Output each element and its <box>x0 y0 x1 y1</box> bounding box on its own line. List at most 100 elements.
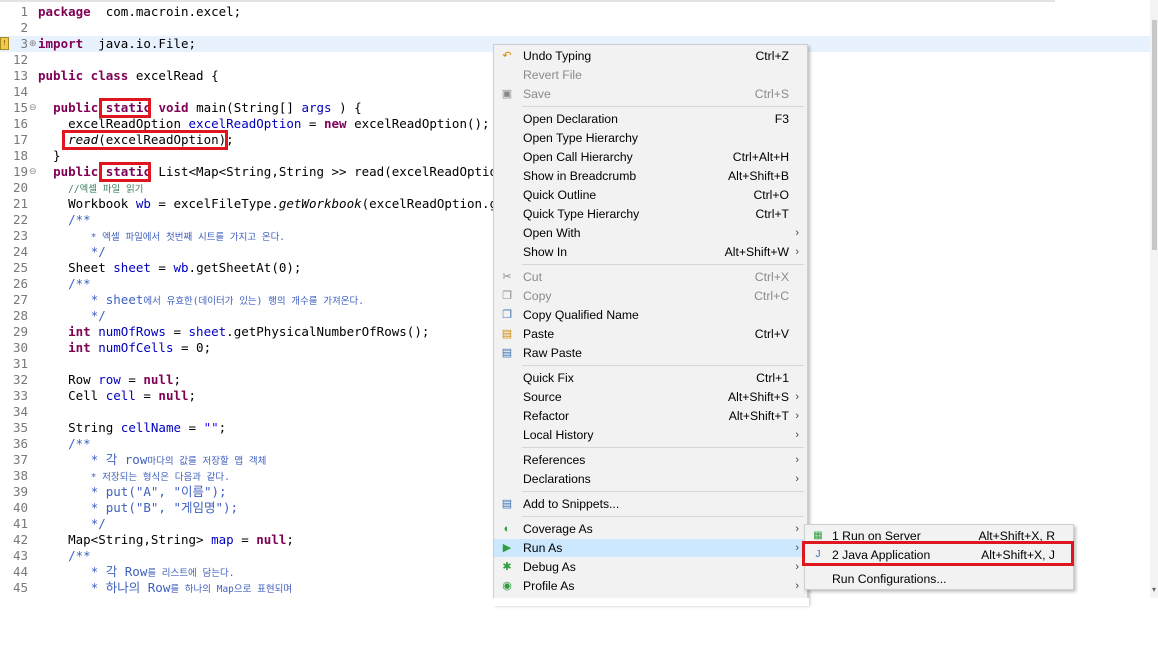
code-token: excelReadOption <box>188 116 302 131</box>
menu-item-debug-as[interactable]: ✱ Debug As › <box>494 558 807 576</box>
code-text: * 하나의 Row를 하나의 Map으로 표현되며 <box>38 580 292 598</box>
menu-item-raw-paste[interactable]: ▤ Raw Paste <box>494 344 807 362</box>
menu-item-profile-as[interactable]: ◉ Profile As › <box>494 577 807 595</box>
line-number: 18 <box>12 148 28 163</box>
menu-item-copy-qualified-name[interactable]: ❐ Copy Qualified Name <box>494 306 807 324</box>
menu-item-show-in-breadcrumb[interactable]: Show in Breadcrumb Alt+Shift+B <box>494 167 807 185</box>
code-token: ; <box>173 372 182 387</box>
code-text: import java.io.File; <box>38 36 196 52</box>
menu-item-source[interactable]: Source Alt+Shift+S › <box>494 388 807 406</box>
line-number: 41 <box>12 516 28 531</box>
menu-separator <box>522 447 804 448</box>
menu-item-open-call-hierarchy[interactable]: Open Call Hierarchy Ctrl+Alt+H <box>494 148 807 166</box>
menu-separator <box>522 264 804 265</box>
code-token: excelReadOption <box>38 116 189 131</box>
code-token: = excelFileType. <box>150 196 279 211</box>
collapse-fold-icon[interactable]: ⊖ <box>29 103 37 113</box>
menu-separator <box>522 516 804 517</box>
code-token: 를 리스트에 담는다. <box>147 568 235 579</box>
line-number: 19 <box>12 164 28 179</box>
menu-item-local-history[interactable]: Local History › <box>494 426 807 444</box>
code-token: = <box>165 324 189 339</box>
code-token: public class <box>38 68 129 83</box>
menu-item-refactor[interactable]: Refactor Alt+Shift+T › <box>494 407 807 425</box>
code-token: 에서 유효한(데이터가 있는) 행의 개수를 가져온다. <box>143 296 364 307</box>
menu-item-cut: ✂ Cut Ctrl+X <box>494 268 807 286</box>
scissors-icon: ✂ <box>502 271 512 283</box>
code-token: = <box>233 532 257 547</box>
menu-item-open-type-hierarchy[interactable]: Open Type Hierarchy <box>494 129 807 147</box>
line-number: 33 <box>12 388 28 403</box>
paste-icon: ▤ <box>501 328 513 340</box>
line-number: 39 <box>12 484 28 499</box>
code-token: import <box>38 36 84 51</box>
code-token: "" <box>203 420 219 435</box>
chevron-right-icon: › <box>795 473 799 485</box>
menu-item-label: Run As <box>523 541 563 555</box>
menu-item-label: Quick Type Hierarchy <box>523 207 640 221</box>
code-line[interactable]: 1 package com.macroin.excel; <box>0 4 1150 20</box>
code-line[interactable]: 2 <box>0 20 1150 36</box>
menu-item-label: Profile As <box>523 579 575 593</box>
collapse-fold-icon[interactable]: ⊖ <box>29 167 37 177</box>
menu-item-references[interactable]: References › <box>494 451 807 469</box>
chevron-right-icon: › <box>795 410 799 422</box>
expand-fold-icon[interactable]: ⊕ <box>29 39 37 49</box>
code-token: public <box>53 100 99 115</box>
submenu-item-run-configurations[interactable]: Run Configurations... <box>805 570 1073 588</box>
menu-item-quick-fix[interactable]: Quick Fix Ctrl+1 <box>494 369 807 387</box>
code-token: public <box>53 164 99 179</box>
menu-item-show-in[interactable]: Show In Alt+Shift+W › <box>494 243 807 261</box>
code-text: public class excelRead { <box>38 68 219 84</box>
menu-item-coverage-as[interactable]: ◐ Coverage As › <box>494 520 807 538</box>
chevron-right-icon: › <box>795 246 799 258</box>
scroll-down-icon[interactable]: ▾ <box>1150 584 1158 596</box>
menu-item-add-to-snippets[interactable]: ▤ Add to Snippets... <box>494 495 807 513</box>
menu-item-open-declaration[interactable]: Open Declaration F3 <box>494 110 807 128</box>
menu-item-label: Raw Paste <box>523 346 582 360</box>
menu-item-quick-type-hierarchy[interactable]: Quick Type Hierarchy Ctrl+T <box>494 205 807 223</box>
code-token: * 각 row <box>90 452 148 467</box>
menu-item-shortcut: Ctrl+V <box>754 327 789 341</box>
menu-item-undo-typing[interactable]: ↶ Undo Typing Ctrl+Z <box>494 47 807 65</box>
code-text: Row row = null; <box>38 372 181 388</box>
menu-item-label: Cut <box>523 270 542 284</box>
menu-item-shortcut: Alt+Shift+S <box>728 390 789 404</box>
menu-item-label: Local History <box>523 428 594 442</box>
editor-top-border <box>0 0 1055 2</box>
code-token: = <box>135 388 159 403</box>
code-token: ; <box>218 420 227 435</box>
menu-item-label: Debug As <box>523 560 576 574</box>
menu-item-declarations[interactable]: Declarations › <box>494 470 807 488</box>
code-token: } <box>38 148 61 163</box>
code-text: /** <box>38 212 91 228</box>
warning-icon[interactable]: ! <box>0 37 9 50</box>
menu-item-paste[interactable]: ▤ Paste Ctrl+V <box>494 325 807 343</box>
code-token: * put("A", "이름"); <box>90 484 227 499</box>
code-text: } <box>38 148 61 164</box>
code-token: * 각 Row <box>90 564 148 579</box>
code-text: */ <box>38 308 106 324</box>
code-token: new <box>323 116 347 131</box>
menu-item-open-with[interactable]: Open With › <box>494 224 807 242</box>
menu-item-label: Open Declaration <box>523 112 618 126</box>
line-number: 37 <box>12 452 28 467</box>
code-token: */ <box>90 516 106 531</box>
undo-icon: ↶ <box>502 50 512 62</box>
code-token: sheet <box>113 260 151 275</box>
menu-item-run-as[interactable]: ▶ Run As › <box>494 539 807 557</box>
save-icon: ▣ <box>501 88 513 100</box>
menu-item-label: Quick Outline <box>523 188 597 202</box>
code-token: 마다의 값를 저장할 맵 객체 <box>147 456 267 467</box>
code-text: * put("B", "게임명"); <box>38 500 238 516</box>
chevron-right-icon: › <box>795 523 799 535</box>
menu-item-quick-outline[interactable]: Quick Outline Ctrl+O <box>494 186 807 204</box>
snippets-icon: ▤ <box>501 498 513 510</box>
code-token: null <box>256 532 287 547</box>
scrollbar-thumb[interactable] <box>1152 20 1157 250</box>
menu-item-shortcut: Alt+Shift+B <box>728 169 789 183</box>
